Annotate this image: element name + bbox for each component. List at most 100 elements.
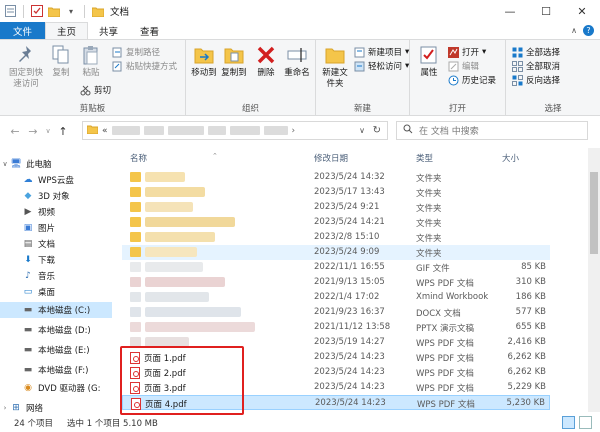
move-to-button[interactable]: 移动到	[190, 44, 218, 79]
table-row[interactable]: 2023/5/24 14:21 文件夹	[122, 215, 550, 230]
pin-quick-access-button[interactable]: 固定到快速访问	[6, 44, 46, 90]
copy-to-button[interactable]: 复制到	[220, 44, 248, 79]
nav-item[interactable]: ∨ 🖥 此电脑	[0, 156, 112, 172]
edit-button[interactable]: 编辑	[448, 60, 479, 72]
select-all-button[interactable]: 全部选择	[512, 46, 560, 58]
address-bar[interactable]: « › ∨ ↻	[82, 121, 388, 140]
easy-access-icon	[354, 61, 365, 72]
close-button[interactable]: ✕	[564, 0, 600, 22]
nav-item[interactable]: ▬ 本地磁盘 (C:)	[0, 302, 112, 318]
folder-icon[interactable]	[48, 5, 60, 17]
large-icons-view-icon[interactable]	[579, 416, 592, 429]
table-row[interactable]: 2023/5/24 14:32 文件夹	[122, 170, 550, 185]
properties-icon[interactable]	[4, 5, 16, 17]
nav-item[interactable]: ▭ 桌面	[0, 284, 112, 300]
chevron-up-icon[interactable]: ∧	[571, 26, 577, 35]
copy-path-button[interactable]: 复制路径	[112, 46, 160, 58]
table-row[interactable]: 2023/5/24 9:21 文件夹	[122, 200, 550, 215]
address-segment[interactable]	[229, 126, 260, 135]
copy-to-label: 复制到	[221, 68, 247, 78]
table-row[interactable]: 2023/5/17 13:43 文件夹	[122, 185, 550, 200]
column-type[interactable]: 类型	[416, 152, 433, 164]
new-folder-button[interactable]: 新建文件夹	[320, 44, 350, 90]
column-name[interactable]: 名称	[130, 152, 147, 164]
nav-item[interactable]: ⬇ 下载	[0, 252, 112, 268]
help-icon[interactable]: ?	[583, 25, 594, 36]
address-segment[interactable]	[143, 126, 164, 135]
tab-home[interactable]: 主页	[45, 22, 89, 39]
tab-share[interactable]: 共享	[88, 22, 129, 39]
file-size: 85 KB	[521, 262, 546, 272]
details-view-icon[interactable]	[562, 416, 575, 429]
table-row[interactable]: 2023/2/8 15:10 文件夹	[122, 230, 550, 245]
nav-item[interactable]: ◆ 3D 对象	[0, 188, 112, 204]
file-name-blurred	[145, 187, 205, 197]
delete-button[interactable]: 删除	[254, 44, 278, 79]
invert-selection-button[interactable]: 反向选择	[512, 74, 560, 86]
copy-button[interactable]: 复制	[48, 44, 74, 79]
paste-shortcut-button[interactable]: 粘贴快捷方式	[112, 60, 177, 72]
table-row[interactable]: 2022/11/1 16:55 GIF 文件 85 KB	[122, 260, 550, 275]
column-date[interactable]: 修改日期	[314, 152, 348, 164]
table-row[interactable]: 2023/5/24 9:09 文件夹	[122, 245, 550, 260]
nav-item[interactable]: ▬ 本地磁盘 (F:)	[0, 362, 112, 378]
group-open: 属性 打开 ▾ 编辑 历史记录 打开	[410, 40, 506, 116]
properties-button[interactable]: 属性	[416, 44, 442, 79]
nav-item[interactable]: ▬ 本地磁盘 (D:)	[0, 322, 112, 338]
address-segment[interactable]	[111, 126, 140, 135]
search-input[interactable]: 在 文档 中搜索	[396, 121, 588, 140]
desktop-icon: ▭	[23, 287, 33, 297]
file-type: 文件夹	[416, 174, 442, 184]
nav-item[interactable]: ◉ DVD 驱动器 (G:	[0, 380, 112, 396]
address-segment[interactable]	[263, 126, 288, 135]
group-select: 全部选择 全部取消 反向选择 选择	[506, 40, 600, 116]
nav-item[interactable]: ▬ 本地磁盘 (E:)	[0, 342, 112, 358]
tab-file[interactable]: 文件	[0, 22, 46, 39]
tabs-right-controls: ∧ ?	[571, 22, 600, 39]
history-button[interactable]: 历史记录	[448, 74, 496, 86]
nav-item[interactable]: ▤ 文档	[0, 236, 112, 252]
nav-item[interactable]: ▶ 视频	[0, 204, 112, 220]
paste-label: 粘贴	[82, 68, 100, 78]
file-date: 2023/5/24 14:32	[314, 172, 385, 182]
file-name-blurred	[145, 277, 225, 287]
maximize-button[interactable]: ☐	[528, 0, 564, 22]
rename-button[interactable]: 重命名	[282, 44, 312, 79]
scrollbar-thumb[interactable]	[590, 172, 598, 254]
table-row[interactable]: 2021/9/13 15:05 WPS PDF 文档 310 KB	[122, 275, 550, 290]
up-arrow-icon[interactable]: ↑	[54, 125, 72, 138]
nav-item[interactable]: ☁ WPS云盘	[0, 172, 112, 188]
column-size[interactable]: 大小	[502, 152, 519, 164]
file-date: 2023/2/8 15:10	[314, 232, 380, 242]
back-arrow-icon[interactable]: ←	[6, 125, 24, 138]
recent-chevron-icon[interactable]: ∨	[42, 127, 54, 135]
group-new: 新建文件夹 新建项目 ▾ 轻松访问 ▾ 新建	[316, 40, 410, 116]
address-dropdown-icon[interactable]: ∨	[359, 126, 365, 135]
address-segment[interactable]	[207, 126, 226, 135]
select-none-button[interactable]: 全部取消	[512, 60, 560, 72]
file-type: 文件夹	[416, 189, 442, 199]
open-button[interactable]: 打开 ▾	[448, 46, 486, 58]
ribbon-tabs: 文件 主页 共享 查看 ∧ ?	[0, 22, 600, 40]
expand-chevron-icon[interactable]: ›	[0, 404, 10, 412]
history-label: 历史记录	[462, 76, 497, 86]
easy-access-button[interactable]: 轻松访问 ▾	[354, 60, 409, 72]
checkmark-icon[interactable]	[31, 5, 43, 17]
nav-item[interactable]: ▣ 图片	[0, 220, 112, 236]
expand-chevron-icon[interactable]: ∨	[0, 160, 10, 168]
refresh-icon[interactable]: ↻	[373, 125, 381, 136]
easy-access-label: 轻松访问	[368, 62, 403, 72]
tab-view[interactable]: 查看	[129, 22, 170, 39]
table-row[interactable]: 2021/9/23 16:37 DOCX 文档 577 KB	[122, 305, 550, 320]
table-row[interactable]: 2021/11/12 13:58 PPTX 演示文稿 655 KB	[122, 320, 550, 335]
minimize-button[interactable]: —	[492, 0, 528, 22]
paste-button[interactable]: 粘贴	[78, 44, 104, 79]
new-item-button[interactable]: 新建项目 ▾	[354, 46, 409, 58]
table-row[interactable]: 2022/1/4 17:02 Xmind Workbook 186 KB	[122, 290, 550, 305]
address-segment[interactable]	[167, 126, 204, 135]
nav-item[interactable]: ♪ 音乐	[0, 268, 112, 284]
vertical-scrollbar[interactable]	[588, 148, 600, 412]
dropdown-icon[interactable]: ▾	[65, 5, 77, 17]
forward-arrow-icon[interactable]: →	[24, 125, 42, 138]
cut-button[interactable]: 剪切	[80, 84, 111, 96]
